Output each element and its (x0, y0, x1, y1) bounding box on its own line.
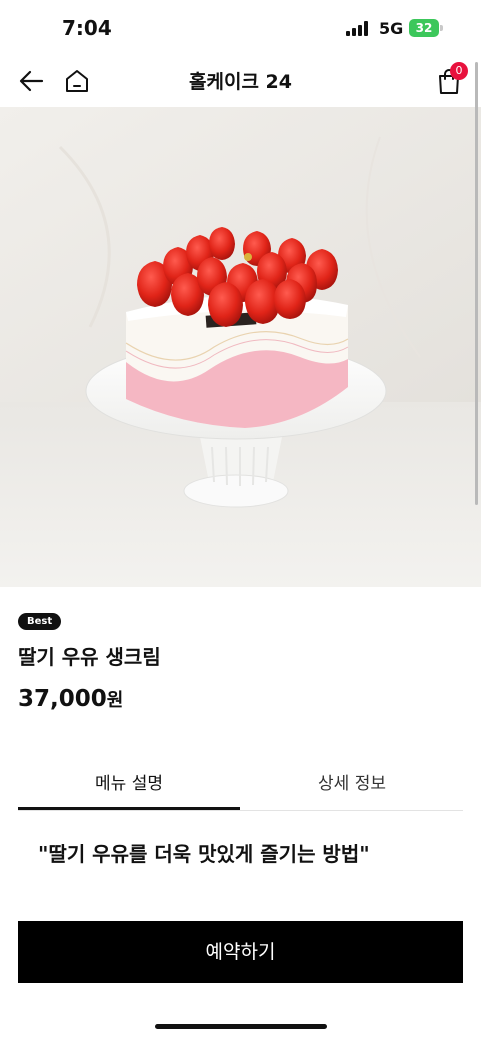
best-badge: Best (18, 613, 62, 630)
arrow-left-icon[interactable] (18, 67, 46, 95)
top-nav: 홀케이크 24 (0, 56, 481, 106)
status-time: 7:04 (62, 16, 112, 40)
price-currency: 원 (106, 690, 124, 711)
battery-icon: 32 (409, 19, 439, 37)
description-heading: "딸기 우유를 더욱 맛있게 즐기는 방법" (38, 842, 370, 866)
tab-detail-info[interactable]: 상세 정보 (241, 760, 463, 808)
signal-icon (346, 21, 372, 36)
network-type: 5G (379, 19, 404, 38)
scrollbar[interactable] (475, 62, 478, 505)
price-value: 37,000 (18, 686, 107, 712)
tab-bar: 메뉴 설명 상세 정보 (18, 760, 463, 811)
tab-menu-description[interactable]: 메뉴 설명 (18, 760, 240, 808)
home-indicator (155, 1024, 327, 1029)
battery-tip (440, 25, 443, 31)
product-image (0, 107, 481, 587)
status-bar: 7:04 5G 32 (0, 0, 481, 56)
product-name: 딸기 우유 생크림 (18, 645, 161, 669)
home-icon[interactable] (64, 67, 90, 95)
product-detail-screen: 7:04 5G 32 홀케이크 24 0 Best 딸기 우유 생크림 37,0… (0, 0, 481, 1040)
product-price: 37,000원 (18, 686, 123, 712)
reserve-button[interactable]: 예약하기 (18, 921, 463, 983)
active-tab-indicator (18, 807, 240, 810)
cart-count-badge: 0 (450, 62, 468, 80)
